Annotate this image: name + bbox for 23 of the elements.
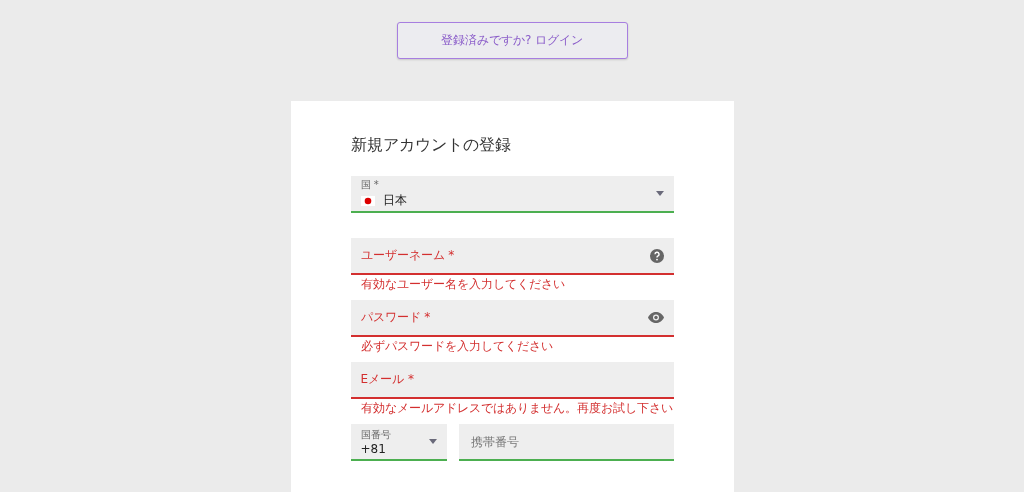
field-label: 国番号	[360, 427, 392, 442]
help-icon[interactable]	[649, 248, 664, 263]
field-label: 国 *	[360, 178, 380, 192]
flag-icon	[360, 195, 375, 206]
input-field[interactable]: Eメール *	[350, 362, 674, 399]
error-message: 必ずパスワードを入力してください	[360, 339, 554, 354]
dropdown-caret-icon	[655, 191, 664, 196]
field-label: パスワード *	[360, 309, 432, 326]
country-code-select[interactable]: 国番号 +81	[350, 424, 447, 461]
dropdown-caret-icon	[428, 439, 437, 444]
field-value: 日本	[382, 192, 407, 209]
error-message: 有効なメールアドレスではありません。再度お試し下さい	[360, 401, 674, 416]
phone-input[interactable]: 携帯番号	[458, 424, 674, 461]
form-title: 新規アカウントの登録	[350, 135, 512, 156]
error-message: 有効なユーザー名を入力してください	[360, 277, 566, 292]
field-value: +81	[360, 441, 387, 456]
field-label: Eメール *	[360, 371, 415, 388]
input-field[interactable]: ユーザーネーム *	[350, 238, 674, 275]
login-button[interactable]: 登録済みですか? ログイン	[396, 22, 628, 59]
country-select[interactable]: 国 * 日本	[350, 176, 674, 213]
field-label: ユーザーネーム *	[360, 247, 456, 264]
eye-icon[interactable]	[647, 312, 664, 323]
input-field[interactable]: パスワード *	[350, 300, 674, 337]
